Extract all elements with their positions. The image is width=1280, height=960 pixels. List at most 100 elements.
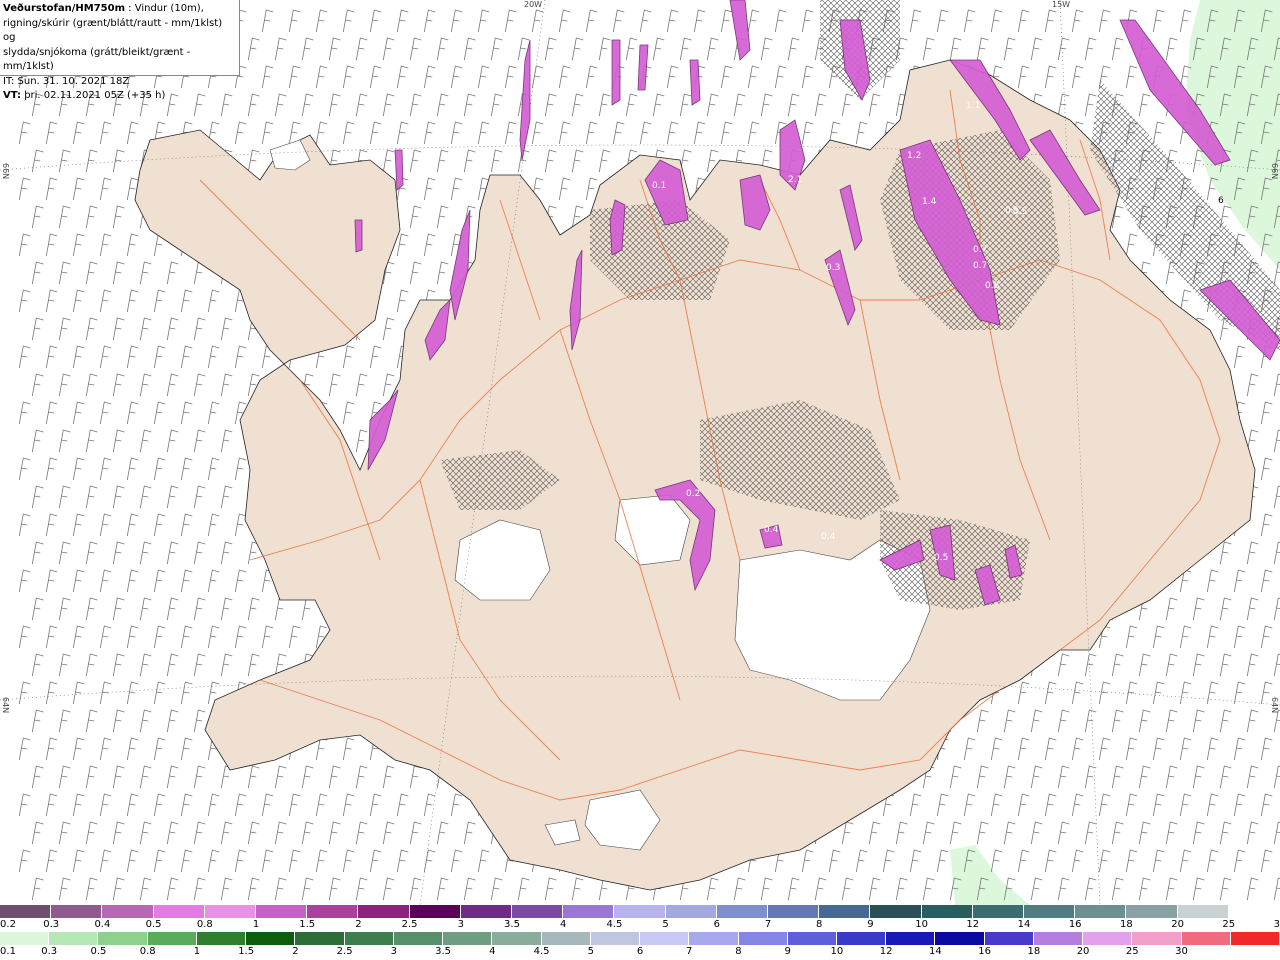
lat-label-66n-right: 66N (1270, 163, 1279, 180)
legend-label: 0.8 (139, 946, 156, 957)
legend-swatch (984, 932, 1034, 945)
legend-swatch (492, 932, 542, 945)
legend-label: 3.5 (435, 946, 452, 957)
legend-swatch (1177, 905, 1229, 918)
lon-label-15w: 15W (1052, 0, 1071, 9)
legend-label: 16 (1068, 919, 1082, 930)
legend-label: 20 (1076, 946, 1090, 957)
legend-swatch (98, 932, 148, 945)
legend-swatch (1033, 932, 1084, 945)
legend-label: 8 (816, 919, 823, 930)
legend-swatch (738, 932, 788, 945)
precip-label: 0.3 (826, 263, 840, 273)
legend-swatch (665, 905, 717, 918)
legend-swatch (614, 905, 666, 918)
precip-label: 0.8 (985, 281, 1000, 291)
legend-label: 16 (978, 946, 991, 957)
legend-swatch (512, 905, 564, 918)
legend-swatch (153, 905, 205, 918)
legend-swatch (640, 932, 690, 945)
lat-label-66n-left: 66N (1, 163, 10, 180)
title-desc: : Vindur (10m), (124, 3, 204, 14)
precip-label: 2.1 (788, 175, 802, 185)
legend-swatch (256, 905, 308, 918)
legend-label: 0.3 (43, 919, 60, 930)
precip-label: 0.4 (821, 532, 836, 542)
legend-label: 0.1 (0, 946, 16, 957)
legend-label: 20 (1171, 919, 1184, 930)
legend-swatch (204, 905, 257, 918)
precip-label: 1.1 (966, 101, 980, 111)
legend-label: 0.5 (145, 919, 162, 930)
legend-label: 4 (560, 919, 567, 930)
legend-swatch (836, 932, 887, 945)
legend-label: 10 (830, 946, 844, 957)
model-title: Veðurstofan/HM750m (3, 3, 125, 14)
legend-label: 6 (636, 946, 644, 957)
legend-swatch (563, 905, 615, 918)
legend-swatch (246, 932, 296, 945)
legend-swatch (1181, 932, 1231, 945)
snow-legend-labels: 0.2 0.3 0.4 0.5 0.8 1 1.5 2 2.5 3 3.5 4 4.5 5 6 7 8 9 10 12… (0, 919, 1280, 931)
legend-label: 1.5 (238, 946, 255, 957)
legend-label: 9 (784, 946, 791, 957)
precip-label: 1.4 (922, 197, 937, 207)
legend-label: 9 (867, 919, 874, 930)
legend-swatch (972, 905, 1025, 918)
legend-swatch (1228, 905, 1280, 918)
legend-swatch (460, 905, 513, 918)
precip-label: 0.5 (934, 553, 948, 563)
legend-swatch (935, 932, 985, 945)
legend-swatch (921, 905, 973, 918)
legend-label: 30 (1273, 919, 1280, 930)
precip-label: 0.6 (1138, 252, 1153, 262)
legend-label: 18 (1120, 919, 1133, 930)
desc-line-3: slydda/snjókoma (grátt/bleikt/grænt - mm… (3, 46, 191, 73)
legend-swatch (307, 905, 359, 918)
snow-legend-bar (0, 905, 1280, 918)
legend-swatch (295, 932, 345, 945)
legend-swatch (409, 905, 461, 918)
valid-time-line: VT: þri. 02.11.2021 05Z (+35 h) (3, 89, 236, 104)
legend-swatch (689, 932, 739, 945)
legend-label: 0.3 (41, 946, 58, 957)
legend-label: 7 (764, 919, 772, 930)
legend-label: 5 (662, 919, 669, 930)
legend-swatch (49, 932, 99, 945)
forecast-info-box: Veðurstofan/HM750m : Vindur (10m), rigni… (0, 0, 240, 101)
legend-label: 30 (1175, 946, 1188, 957)
legend-label: 1 (252, 919, 260, 930)
precip-label: 0.1 (652, 181, 666, 191)
legend-label: 3 (390, 946, 398, 957)
valid-time-label: VT: (3, 90, 22, 101)
legend-label: 4.5 (606, 919, 623, 930)
legend-swatch (344, 932, 394, 945)
precip-label: 0.2 (686, 489, 700, 499)
precip-label: 0.7 (973, 245, 987, 255)
legend-swatch (819, 905, 871, 918)
legend-label: 14 (1017, 919, 1031, 930)
legend-swatch (0, 932, 50, 945)
legend-swatch (716, 905, 769, 918)
legend-label: 0.2 (0, 919, 16, 930)
lat-label-64n-right: 64N (1270, 697, 1279, 714)
legend-swatch (358, 905, 410, 918)
precip-label: 0.4 (764, 525, 779, 535)
lon-label-20w: 20W (524, 0, 543, 9)
legend-swatch (443, 932, 493, 945)
legend-label: 1.5 (299, 919, 316, 930)
desc-line-2: rigning/skúrir (grænt/blátt/rautt - mm/1… (3, 17, 223, 44)
legend-label: 4 (489, 946, 496, 957)
legend-swatch (590, 932, 641, 945)
legend-label: 10 (915, 919, 928, 930)
legend-label: 2 (292, 946, 299, 957)
legend-swatch (1075, 905, 1127, 918)
legend-swatch (541, 932, 591, 945)
legend-label: 25 (1222, 919, 1236, 930)
legend-swatch (102, 905, 154, 918)
legend-swatch (886, 932, 936, 945)
legend-label: 5 (587, 946, 594, 957)
legend-swatch (870, 905, 922, 918)
legend-label: 0.5 (90, 946, 107, 957)
legend-label: 14 (929, 946, 942, 957)
